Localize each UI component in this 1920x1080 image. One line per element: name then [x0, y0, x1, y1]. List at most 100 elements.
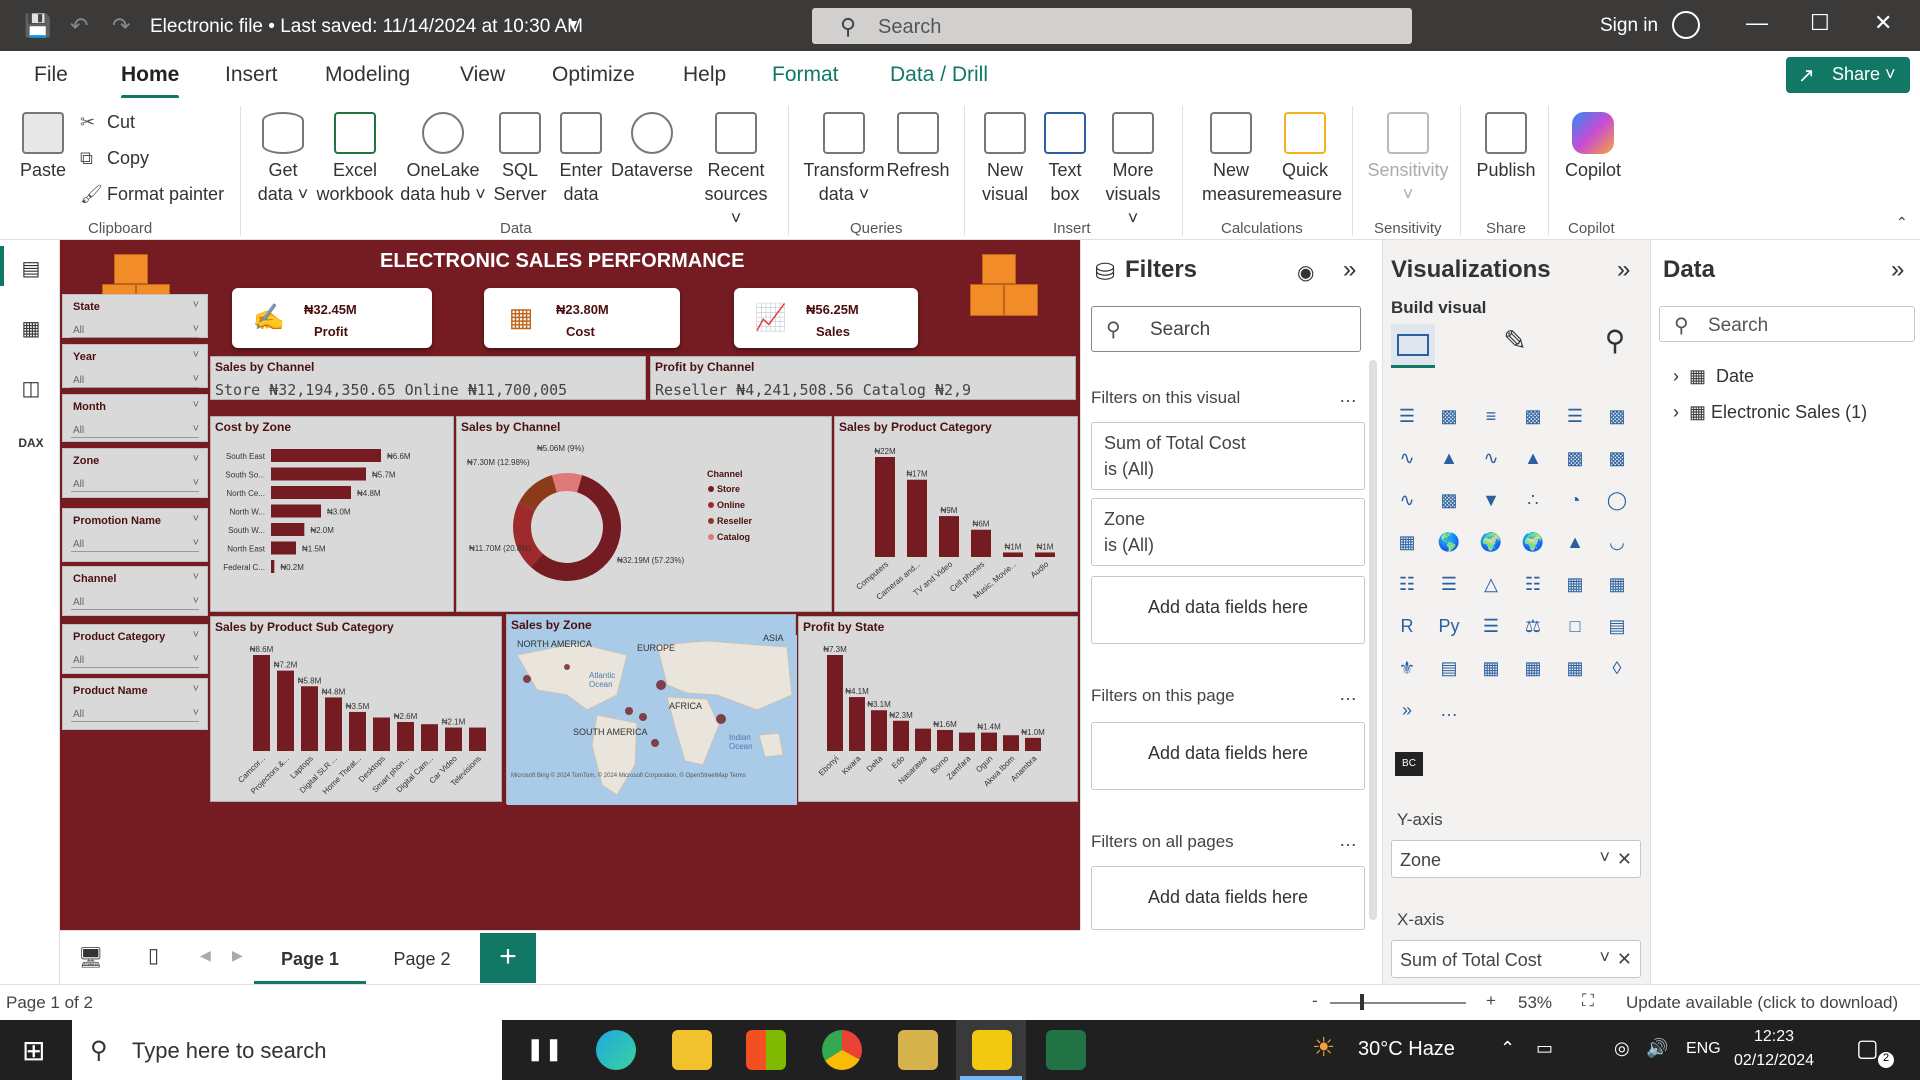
paste-button[interactable]: Paste: [16, 112, 70, 182]
weather-icon[interactable]: ☀: [1312, 1032, 1335, 1063]
more-options-icon[interactable]: …: [1339, 830, 1358, 851]
model-view-icon[interactable]: ◫: [18, 376, 44, 402]
paginated-report-icon[interactable]: ▤: [1433, 652, 1465, 684]
bar-combo-icon[interactable]: ▩: [1433, 484, 1465, 516]
scrollbar[interactable]: [1369, 360, 1377, 920]
format-painter-button[interactable]: 🖌 Format painter: [80, 184, 224, 205]
desktop-layout-icon[interactable]: 🖥: [78, 945, 103, 970]
chevron-down-icon[interactable]: ˅: [193, 477, 199, 489]
excel-taskbar-icon[interactable]: [1046, 1030, 1086, 1070]
slicer-month[interactable]: Month ˅ All ˅: [62, 394, 208, 442]
r-visual-icon[interactable]: R: [1391, 610, 1423, 642]
more-icon[interactable]: …: [1433, 694, 1465, 726]
eye-icon[interactable]: ◉: [1297, 260, 1314, 285]
app-icon[interactable]: [898, 1030, 938, 1070]
area-chart-icon[interactable]: ▲: [1433, 442, 1465, 474]
fit-to-page-icon[interactable]: ⛶: [1582, 991, 1594, 1011]
dax-query-view-icon[interactable]: DAX: [18, 436, 44, 462]
stacked-column-icon[interactable]: ▩: [1433, 400, 1465, 432]
multirow-card-icon[interactable]: ☰: [1433, 568, 1465, 600]
table-icon[interactable]: ▦: [1559, 568, 1591, 600]
chevron-down-icon[interactable]: ˅: [1599, 947, 1610, 968]
zoom-thumb[interactable]: [1360, 994, 1364, 1010]
language-indicator[interactable]: ENG: [1686, 1040, 1721, 1058]
slicer-value[interactable]: All: [73, 375, 84, 386]
slicer-icon[interactable]: ☷: [1517, 568, 1549, 600]
chevron-down-icon[interactable]: ˅: [193, 653, 199, 665]
maximize-icon[interactable]: ☐: [1810, 10, 1830, 36]
show-hidden-icons-icon[interactable]: ⌃: [1500, 1038, 1515, 1059]
taskbar-search[interactable]: ⚲ Type here to search: [72, 1020, 502, 1080]
filled-map-icon[interactable]: 🌍: [1475, 526, 1507, 558]
clock-date[interactable]: 02/12/2024: [1734, 1052, 1814, 1070]
filter-card-total-cost[interactable]: Sum of Total Cost is (All): [1091, 422, 1365, 490]
y-axis-field-well[interactable]: Zone ˅ ✕: [1391, 840, 1641, 878]
get-more-visuals-icon[interactable]: »: [1391, 694, 1423, 726]
slicer-value[interactable]: All: [73, 425, 84, 436]
chevron-down-icon[interactable]: ˅: [193, 323, 199, 335]
stacked-area-icon[interactable]: ∿: [1475, 442, 1507, 474]
chevron-down-icon[interactable]: ˅: [193, 373, 199, 385]
store-icon[interactable]: [746, 1030, 786, 1070]
tab-data-drill[interactable]: Data / Drill: [890, 63, 988, 87]
slicer-promotion-name[interactable]: Promotion Name ˅ All ˅: [62, 508, 208, 562]
avatar[interactable]: [1672, 11, 1700, 39]
profit-by-state-chart[interactable]: Profit by State ₦7.3M Ebonyi ₦4.1M Kwara ₦3.…: [798, 616, 1078, 802]
save-icon[interactable]: 💾: [24, 13, 51, 39]
profit-by-channel-card[interactable]: Profit by Channel Reseller ₦4,241,508.56…: [650, 356, 1076, 400]
text-box-button[interactable]: Text box: [1038, 112, 1092, 206]
build-visual-tab-icon[interactable]: [1391, 324, 1435, 368]
line-column-icon[interactable]: ▩: [1559, 442, 1591, 474]
copy-button[interactable]: ⧉ Copy: [80, 148, 149, 169]
transform-data-button[interactable]: Transform data ˅: [800, 112, 888, 206]
excel-workbook-button[interactable]: Excel workbook: [314, 112, 396, 206]
tab-optimize[interactable]: Optimize: [552, 63, 635, 87]
slicer-value[interactable]: All: [73, 479, 84, 490]
recent-sources-button[interactable]: Recent sources ˅: [698, 112, 774, 230]
metrics-icon[interactable]: ⚜: [1391, 652, 1423, 684]
sales-by-channel-donut[interactable]: Sales by Channel ₦32.19M (57.23%) ₦11.70M…: [456, 416, 832, 612]
more-options-icon[interactable]: …: [1339, 684, 1358, 705]
table-view-icon[interactable]: ▦: [18, 316, 44, 342]
collapse-ribbon-icon[interactable]: ⌃: [1896, 214, 1908, 231]
slicer-state[interactable]: State ˅ All ˅: [62, 294, 208, 338]
chevron-down-icon[interactable]: ˅: [193, 537, 199, 549]
volume-icon[interactable]: 🔊: [1646, 1038, 1668, 1059]
battery-icon[interactable]: ▭: [1536, 1038, 1553, 1059]
qa-icon[interactable]: □: [1559, 610, 1591, 642]
update-available-link[interactable]: Update available (click to download): [1626, 993, 1898, 1013]
clustered-column-icon[interactable]: ▩: [1517, 400, 1549, 432]
analytics-tab-icon[interactable]: ⚲: [1593, 324, 1637, 368]
chevron-down-icon[interactable]: ˅: [193, 629, 199, 641]
undo-icon[interactable]: ↶: [70, 13, 88, 39]
next-page-icon[interactable]: ▶: [232, 947, 243, 964]
narrative-icon[interactable]: ▤: [1601, 610, 1633, 642]
remove-field-icon[interactable]: ✕: [1617, 949, 1632, 970]
key-influencers-icon[interactable]: ☰: [1475, 610, 1507, 642]
minimize-icon[interactable]: —: [1746, 10, 1768, 36]
file-explorer-icon[interactable]: [672, 1030, 712, 1070]
get-data-button[interactable]: Get data ˅: [252, 112, 314, 206]
diamond-icon[interactable]: ◊: [1601, 652, 1633, 684]
kpi-card-cost[interactable]: ▦ ₦23.80M Cost: [484, 288, 680, 348]
chevron-down-icon[interactable]: ˅: [193, 683, 199, 695]
add-data-fields-page[interactable]: Add data fields here: [1091, 722, 1365, 790]
x-axis-field-well[interactable]: Sum of Total Cost ˅ ✕: [1391, 940, 1641, 978]
map-attribution[interactable]: Microsoft Bing © 2024 TomTom, © 2024 Mic…: [511, 773, 746, 779]
close-icon[interactable]: ✕: [1874, 10, 1892, 36]
cost-by-zone-chart[interactable]: Cost by Zone South East ₦6.6M South So... ₦…: [210, 416, 454, 612]
collapse-filters-icon[interactable]: »: [1343, 256, 1356, 284]
chevron-down-icon[interactable]: ˅: [193, 513, 199, 525]
azure-map-icon[interactable]: ▲: [1559, 526, 1591, 558]
more-visuals-button[interactable]: More visuals ˅: [1098, 112, 1168, 230]
map-icon[interactable]: 🌎: [1433, 526, 1465, 558]
100-column-icon[interactable]: ▩: [1601, 400, 1633, 432]
enter-data-button[interactable]: Enter data: [554, 112, 608, 206]
collapse-viz-icon[interactable]: »: [1617, 256, 1630, 284]
slicer-product-name[interactable]: Product Name ˅ All ˅: [62, 678, 208, 730]
chevron-down-icon[interactable]: ˅: [193, 349, 199, 361]
slicer-value[interactable]: All: [73, 539, 84, 550]
add-data-fields-visual[interactable]: Add data fields here: [1091, 576, 1365, 644]
power-automate-icon[interactable]: ▦: [1517, 652, 1549, 684]
chevron-down-icon[interactable]: ˅: [193, 595, 199, 607]
